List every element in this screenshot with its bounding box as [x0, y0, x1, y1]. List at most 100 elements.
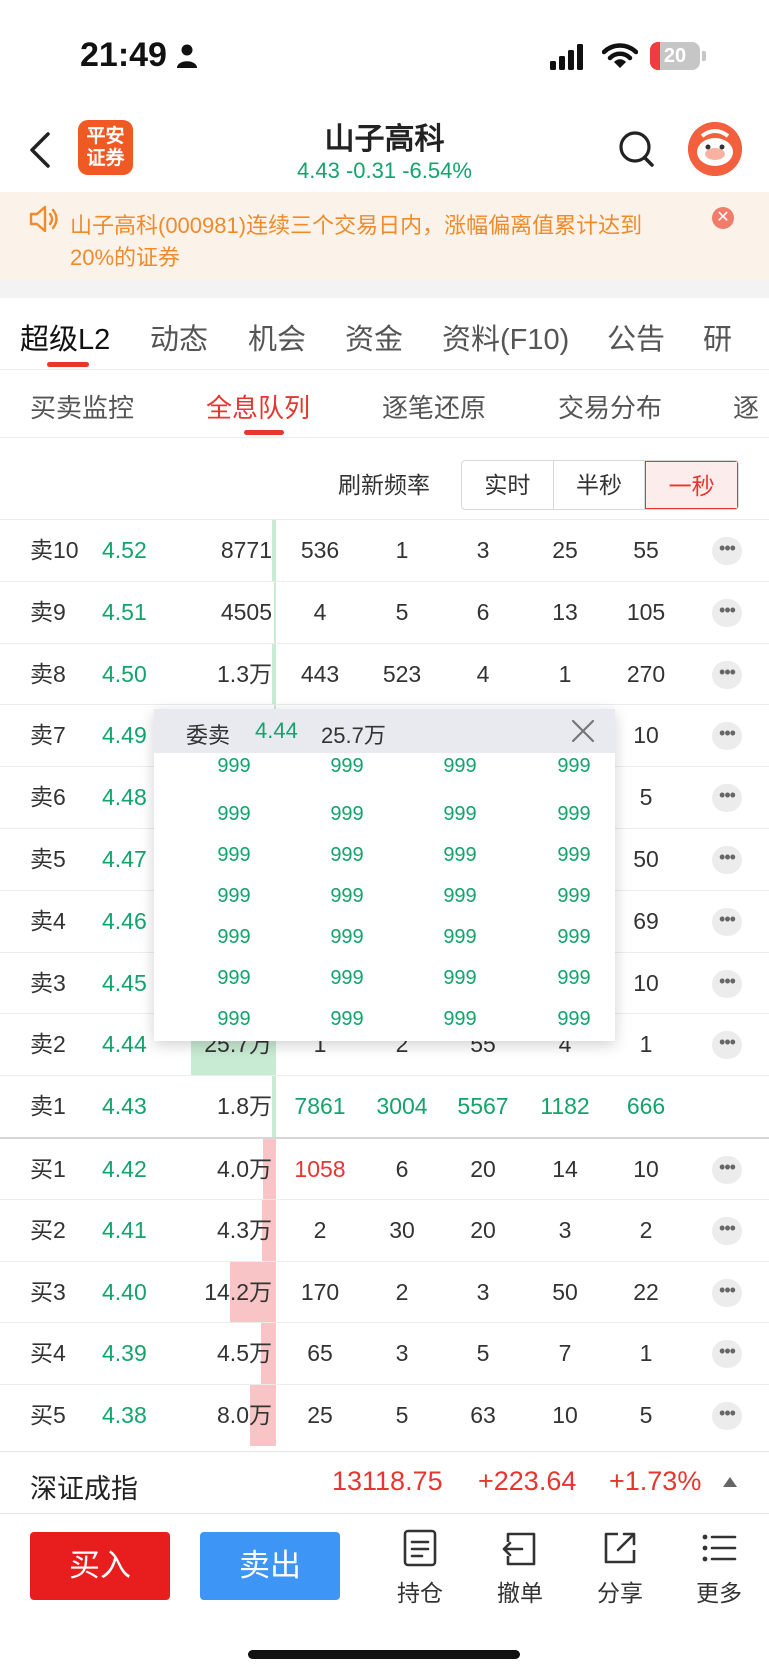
more-options-icon[interactable]: •••: [712, 537, 742, 565]
queue-order-1: 2: [395, 1278, 409, 1305]
level-label: 卖6: [30, 784, 66, 811]
more-options-icon[interactable]: •••: [712, 845, 742, 874]
order-book-row[interactable]: 卖1 4.43 1.8万 7861 3004 5567 1182 666: [0, 1075, 769, 1137]
level-volume: 4505: [220, 598, 272, 625]
more-options-icon[interactable]: •••: [712, 722, 742, 751]
more-options-icon[interactable]: •••: [712, 1278, 742, 1307]
sub-tab-1[interactable]: 全息队列: [206, 388, 310, 425]
notice-close-icon[interactable]: ✕: [712, 207, 734, 229]
popup-queue-order: 999: [557, 755, 591, 777]
main-tabs: 超级L2 动态 机会 资金 资料(F10) 公告研: [0, 298, 769, 370]
more-options-icon[interactable]: •••: [712, 1155, 742, 1184]
refresh-option-1[interactable]: 半秒: [554, 461, 646, 509]
positions-label: 持仓: [397, 1580, 443, 1606]
popup-price: 4.44: [255, 718, 298, 743]
more-button[interactable]: 更多: [679, 1528, 759, 1608]
popup-queue-order: 999: [557, 803, 591, 825]
buy-button[interactable]: 买入: [30, 1532, 170, 1600]
sub-tab-3[interactable]: 交易分布: [558, 388, 662, 425]
order-book-row[interactable]: 卖10 4.52 8771 536 1 3 25 55 •••: [0, 519, 769, 581]
level-price: 4.48: [102, 784, 147, 811]
main-tab-4[interactable]: 资料(F10): [442, 316, 569, 358]
order-book-row[interactable]: 买5 4.38 8.0万 25 5 63 10 5 •••: [0, 1384, 769, 1446]
queue-order-4: 2: [639, 1216, 653, 1243]
home-indicator[interactable]: [248, 1650, 520, 1659]
queue-order-0: 65: [307, 1340, 333, 1367]
sub-tab-4[interactable]: 逐: [733, 388, 759, 425]
queue-order-4: 666: [626, 1093, 666, 1120]
level-price: 4.38: [102, 1402, 147, 1429]
popup-queue-order: 999: [217, 803, 251, 825]
level-label: 卖5: [30, 845, 66, 872]
more-options-icon[interactable]: •••: [712, 660, 742, 689]
queue-order-2: 4: [476, 660, 490, 687]
queue-order-1: 3: [395, 1340, 409, 1367]
more-options-icon[interactable]: •••: [712, 907, 742, 936]
avatar-mascot-icon: [688, 122, 742, 176]
user-avatar[interactable]: [688, 122, 742, 176]
positions-button[interactable]: 持仓: [380, 1528, 460, 1608]
popup-close-icon[interactable]: [571, 719, 595, 743]
main-tab-0[interactable]: 超级L2: [20, 316, 110, 358]
level-price: 4.46: [102, 907, 147, 934]
more-options-icon[interactable]: •••: [712, 969, 742, 998]
main-tab-2[interactable]: 机会: [248, 316, 306, 358]
level-label: 卖2: [30, 1031, 66, 1058]
refresh-option-0[interactable]: 实时: [462, 461, 554, 509]
popup-queue-order: 999: [557, 926, 591, 948]
level-label: 买1: [30, 1155, 66, 1182]
popup-queue-order: 999: [443, 844, 477, 866]
level-volume: 8.0万: [217, 1402, 272, 1429]
sub-tab-0[interactable]: 买卖监控: [30, 388, 134, 425]
search-icon[interactable]: [618, 130, 656, 170]
order-book-row[interactable]: 买1 4.42 4.0万 1058 6 20 14 10 •••: [0, 1136, 769, 1199]
sell-button[interactable]: 卖出: [200, 1532, 340, 1600]
level-price: 4.50: [102, 660, 147, 687]
popup-grid-row: 999 999 999 999: [154, 917, 615, 958]
index-ticker-bar[interactable]: 深证成指 13118.75 +223.64 +1.73%: [0, 1451, 769, 1513]
refresh-option-2[interactable]: 一秒: [645, 461, 738, 509]
queue-order-4: 1: [639, 1340, 653, 1367]
queue-order-2: 5567: [457, 1093, 509, 1120]
order-book-row[interactable]: 卖9 4.51 4505 4 5 6 13 105 •••: [0, 580, 769, 643]
queue-order-1: 1: [395, 537, 409, 563]
main-tab-1[interactable]: 动态: [150, 316, 208, 358]
popup-queue-order: 999: [557, 844, 591, 866]
share-button[interactable]: 分享: [580, 1528, 660, 1608]
popup-queue-order: 999: [330, 885, 364, 907]
index-value: 13118.75: [332, 1466, 443, 1496]
battery-tip: [702, 51, 706, 61]
main-tab-3[interactable]: 资金: [345, 316, 403, 358]
queue-order-1: 523: [382, 660, 422, 687]
order-book-row[interactable]: 买3 4.40 14.2万 170 2 3 50 22 •••: [0, 1260, 769, 1323]
more-options-icon[interactable]: •••: [712, 784, 742, 813]
order-book-row[interactable]: 买2 4.41 4.3万 2 30 20 3 2 •••: [0, 1198, 769, 1261]
popup-queue-order: 999: [557, 885, 591, 907]
queue-order-2: 20: [470, 1155, 496, 1182]
order-book-row[interactable]: 买4 4.39 4.5万 65 3 5 7 1 •••: [0, 1322, 769, 1385]
more-options-icon[interactable]: •••: [712, 1031, 742, 1060]
more-label: 更多: [696, 1580, 742, 1606]
popup-queue-order: 999: [443, 926, 477, 948]
sub-tab-2[interactable]: 逐笔还原: [382, 388, 486, 425]
level-price: 4.44: [102, 1031, 147, 1058]
level-price: 4.42: [102, 1155, 147, 1182]
risk-notice-banner[interactable]: 山子高科(000981)连续三个交易日内，涨幅偏离值累计达到20%的证券: [0, 192, 769, 280]
more-options-icon[interactable]: •••: [712, 1402, 742, 1431]
queue-order-0: 443: [300, 660, 340, 687]
queue-order-3: 14: [552, 1155, 578, 1182]
queue-order-1: 6: [395, 1155, 409, 1182]
order-book-row[interactable]: 卖8 4.50 1.3万 443 523 4 1 270 •••: [0, 642, 769, 705]
level-volume: 4.3万: [217, 1216, 272, 1243]
more-options-icon[interactable]: •••: [712, 1216, 742, 1245]
share-label: 分享: [597, 1580, 643, 1606]
cancel-order-button[interactable]: 撤单: [480, 1528, 560, 1608]
more-options-icon[interactable]: •••: [712, 1340, 742, 1369]
more-options-icon[interactable]: •••: [712, 598, 742, 627]
menu-icon: [702, 1534, 737, 1562]
popup-queue-grid: 999 999 999 999 999 999 999 999 999 999 999 999 999 9…: [154, 753, 615, 1040]
level-volume: 14.2万: [204, 1278, 272, 1305]
main-tab-5[interactable]: 公告: [607, 316, 665, 358]
caret-up-icon[interactable]: [722, 1476, 738, 1488]
main-tab-6[interactable]: 研: [703, 316, 732, 358]
